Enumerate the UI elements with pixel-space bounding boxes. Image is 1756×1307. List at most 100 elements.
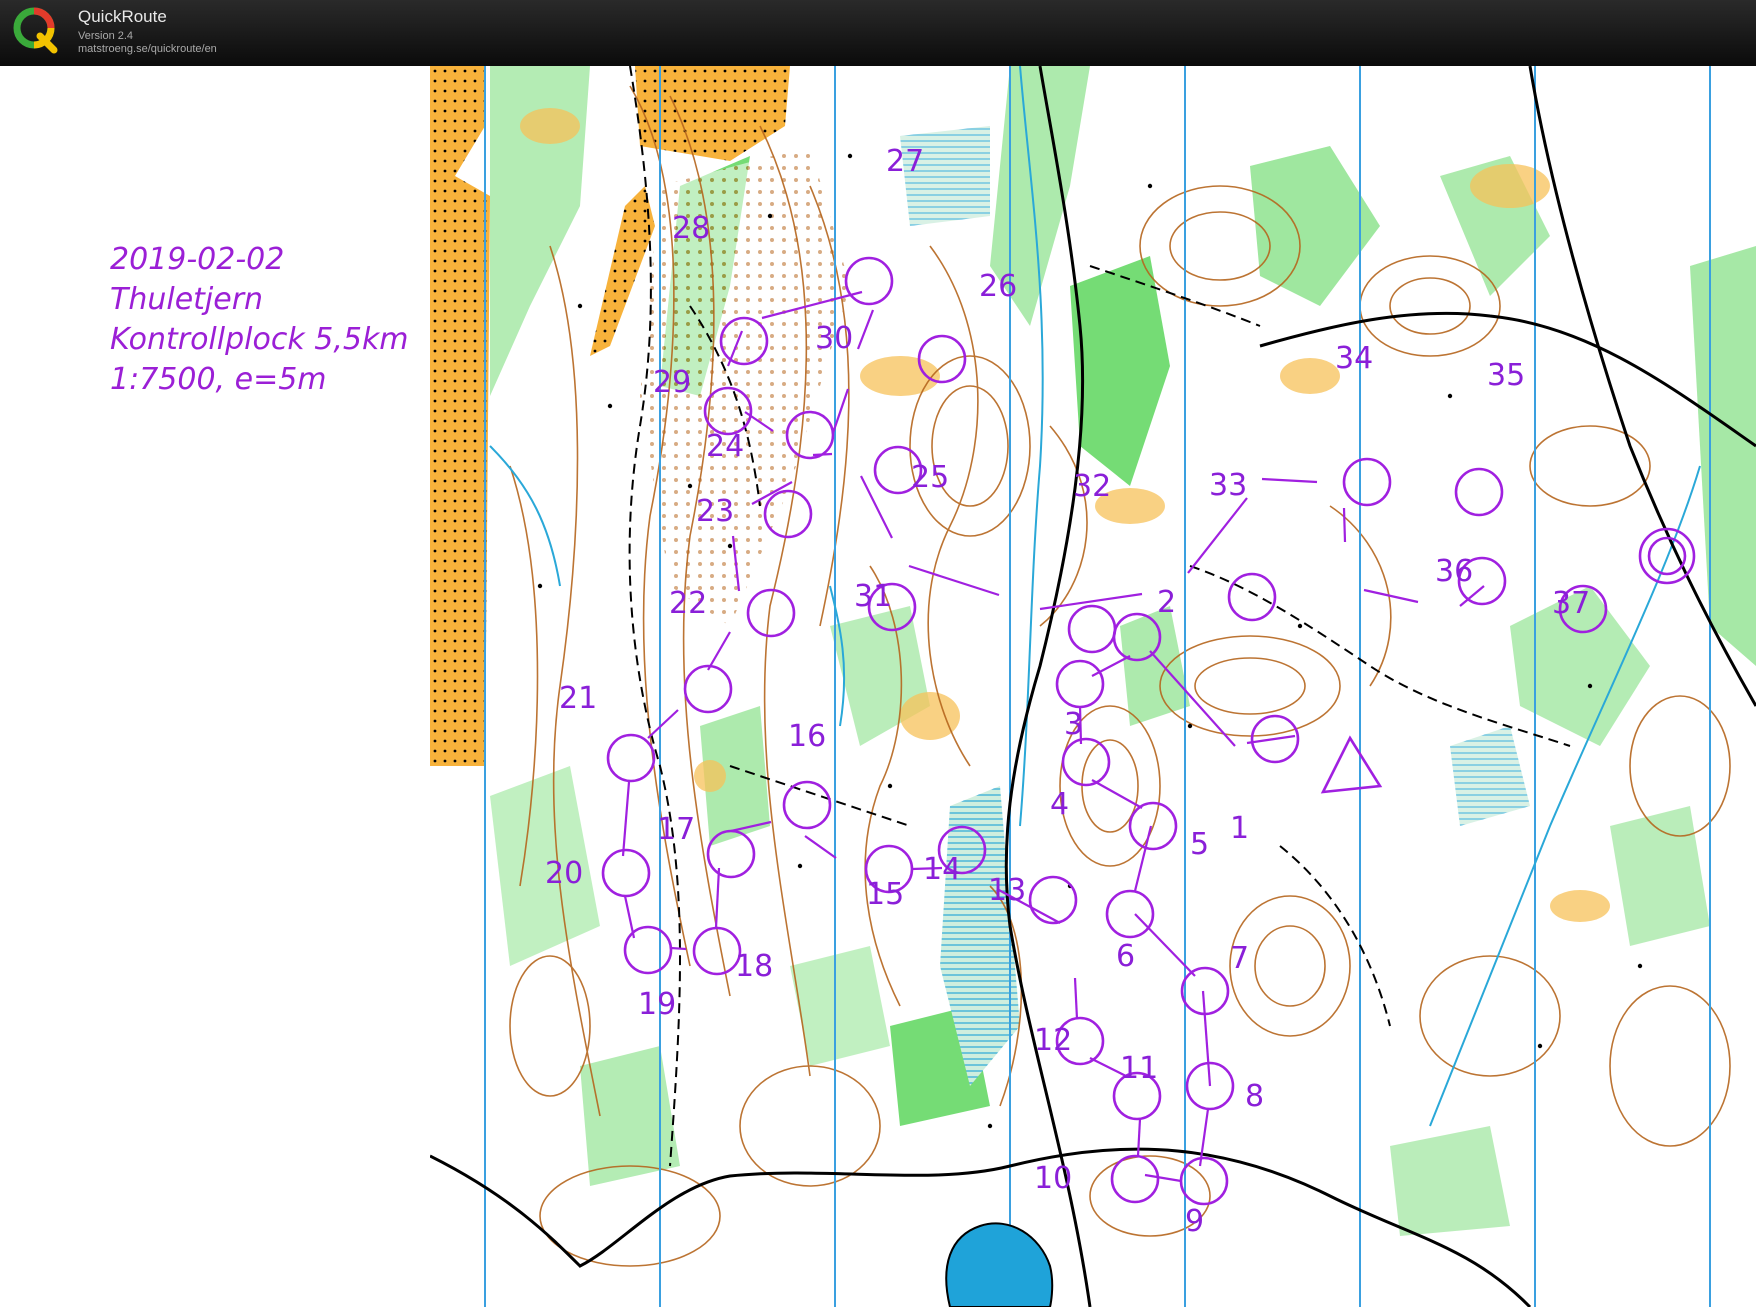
control-10	[1110, 1154, 1160, 1204]
course-leg	[908, 564, 1000, 597]
control-number: 37	[1552, 586, 1590, 621]
control-4	[1061, 737, 1111, 787]
control-number: 17	[657, 812, 695, 847]
course-leg	[1136, 1118, 1142, 1157]
control-number: 32	[1073, 469, 1111, 504]
start-triangle	[1320, 735, 1383, 794]
control-17	[706, 829, 756, 879]
control-33	[1227, 572, 1277, 622]
control-30	[785, 410, 835, 460]
control-number: 7	[1230, 941, 1249, 976]
control-number: 20	[545, 856, 583, 891]
control-21	[606, 733, 656, 783]
control-number: 3	[1064, 707, 1083, 742]
course-leg	[1149, 650, 1236, 747]
course-leg	[1342, 507, 1347, 543]
course-leg	[804, 835, 837, 859]
control-2	[1112, 612, 1162, 662]
control-number: 33	[1209, 468, 1247, 503]
control-number: 35	[1487, 358, 1525, 393]
course-leg	[1091, 655, 1131, 677]
course-leg	[1363, 588, 1419, 604]
course-leg	[860, 475, 893, 539]
control-number: 34	[1335, 341, 1373, 376]
course-leg	[1073, 977, 1079, 1020]
control-22	[683, 664, 733, 714]
course-leg	[1201, 990, 1212, 1087]
control-35	[1454, 467, 1504, 517]
control-number: 21	[559, 681, 597, 716]
control-number: 25	[911, 460, 949, 495]
finish-inner	[1647, 536, 1687, 576]
course-leg	[1246, 734, 1296, 745]
course-leg	[621, 781, 631, 857]
course-leg	[1144, 1173, 1182, 1183]
course-leg	[707, 631, 731, 671]
event-notes: 2019-02-02 Thuletjern Kontrollplock 5,5k…	[110, 240, 409, 400]
course-leg	[856, 309, 875, 350]
course-leg	[761, 290, 863, 320]
quickroute-logo-icon	[13, 7, 58, 54]
app-name: QuickRoute	[78, 7, 167, 26]
control-number: 18	[735, 949, 773, 984]
control-34	[1342, 457, 1392, 507]
control-numbers: 1 2 3 4 5 6 7 8 9 10 11 12 13 14 15 16 1…	[545, 144, 1590, 1239]
control-number: 23	[696, 494, 734, 529]
control-number: 31	[854, 579, 892, 614]
event-course: Kontrollplock 5,5km	[110, 322, 409, 357]
control-18	[692, 926, 742, 976]
control-number: 29	[653, 365, 691, 400]
app-url[interactable]: matstroeng.se/quickroute/en	[78, 43, 217, 55]
control-24	[763, 489, 813, 539]
event-scale: 1:7500, e=5m	[110, 362, 327, 397]
control-20	[601, 848, 651, 898]
control-23	[746, 588, 796, 638]
event-date: 2019-02-02	[110, 242, 285, 277]
control-number: 1	[1230, 811, 1249, 846]
control-5	[1128, 801, 1178, 851]
control-16	[782, 780, 832, 830]
control-number: 8	[1245, 1079, 1264, 1114]
control-6	[1105, 889, 1155, 939]
control-27	[844, 256, 894, 306]
control-number: 26	[979, 269, 1017, 304]
control-number: 36	[1435, 554, 1473, 589]
course-leg	[731, 535, 741, 592]
course-leg	[1091, 779, 1143, 809]
course-leg	[1261, 477, 1318, 484]
control-number: 13	[988, 873, 1026, 908]
control-number: 10	[1034, 1161, 1072, 1196]
control-number: 15	[866, 877, 904, 912]
control-number: 27	[886, 144, 924, 179]
control-number: 22	[669, 586, 707, 621]
control-29	[703, 386, 753, 436]
control-26	[917, 334, 967, 384]
control-number: 24	[706, 429, 744, 464]
control-number: 5	[1190, 827, 1209, 862]
control-number: 2	[1157, 585, 1176, 620]
control-9	[1179, 1156, 1229, 1206]
app-version: Version 2.4	[78, 30, 134, 42]
control-number: 30	[815, 321, 853, 356]
course-leg	[714, 867, 721, 929]
control-number: 12	[1034, 1023, 1072, 1058]
course-leg	[1187, 497, 1248, 574]
control-3	[1055, 659, 1105, 709]
course-leg	[1133, 825, 1153, 892]
course-leg	[647, 709, 679, 739]
control-number: 6	[1116, 939, 1135, 974]
course-leg	[831, 388, 850, 434]
course-overlay: 1 2 3 4 5 6 7 8 9 10 11 12 13 14 15 16 1…	[545, 144, 1696, 1239]
course-leg	[730, 820, 772, 833]
control-13	[1028, 875, 1078, 925]
title-bar: QuickRoute Version 2.4 matstroeng.se/qui…	[0, 0, 1756, 66]
control-28	[719, 316, 769, 366]
control-number: 19	[638, 987, 676, 1022]
control-number: 4	[1050, 787, 1069, 822]
course-leg	[1134, 913, 1196, 977]
control-number: 16	[788, 719, 826, 754]
control-number: 11	[1120, 1051, 1158, 1086]
control-number: 9	[1185, 1204, 1204, 1239]
control-number: 14	[923, 852, 961, 887]
course-leg	[751, 481, 793, 505]
